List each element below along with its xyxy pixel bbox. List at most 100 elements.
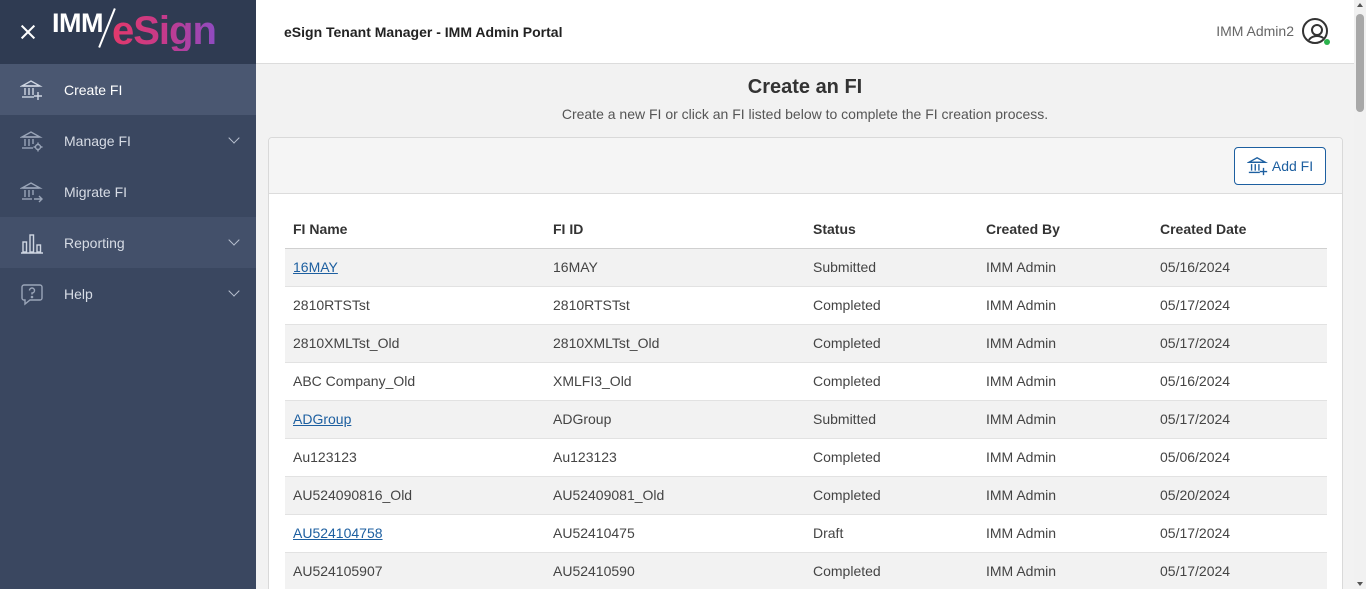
created-date-cell: 05/16/2024 <box>1152 248 1327 287</box>
fi-name-cell: 2810RTSTst <box>285 286 545 325</box>
chevron-down-icon <box>228 132 240 144</box>
close-icon[interactable] <box>18 22 38 42</box>
created-date-cell: 05/17/2024 <box>1152 400 1327 439</box>
sidebar-item-label: Manage FI <box>64 132 131 149</box>
main-content: Create an FI Create a new FI or click an… <box>256 65 1354 589</box>
column-header[interactable]: FI Name <box>285 210 545 249</box>
status-cell: Completed <box>805 286 978 325</box>
table-row: 2810XMLTst_Old 2810XMLTst_Old Completed IMM… <box>285 324 1327 363</box>
page-title: Create an FI <box>747 76 863 98</box>
column-header[interactable]: Status <box>805 210 978 249</box>
fi-id-cell: AU52410590 <box>545 552 805 589</box>
created-by-cell: IMM Admin <box>978 476 1152 515</box>
fi-name-cell: Au123123 <box>285 438 545 477</box>
portal-title: eSign Tenant Manager - IMM Admin Portal <box>284 23 563 40</box>
fi-name-cell: 2810XMLTst_Old <box>285 324 545 363</box>
created-by-cell: IMM Admin <box>978 438 1152 477</box>
page-scrollbar[interactable] <box>1354 0 1366 589</box>
scroll-down-icon[interactable] <box>1357 582 1363 586</box>
column-header[interactable]: Created By <box>978 210 1152 249</box>
add-fi-label: Add FI <box>1271 158 1314 174</box>
sidebar-item-help[interactable]: Help <box>0 268 256 319</box>
created-by-cell: IMM Admin <box>978 552 1152 589</box>
sidebar-item-create-fi[interactable]: Create FI <box>0 64 256 115</box>
bank-add-icon <box>1246 155 1269 177</box>
fi-id-cell: Au123123 <box>545 438 805 477</box>
status-cell: Completed <box>805 324 978 363</box>
fi-name-cell: AU524104758 <box>285 514 545 553</box>
column-header[interactable]: FI ID <box>545 210 805 249</box>
table-row[interactable]: ADGroup ADGroup Submitted IMM Admin 05/17/20… <box>285 400 1327 439</box>
created-date-cell: 05/17/2024 <box>1152 552 1327 589</box>
fi-id-cell: AU52410475 <box>545 514 805 553</box>
created-by-cell: IMM Admin <box>978 400 1152 439</box>
fi-id-cell: 16MAY <box>545 248 805 287</box>
sidebar-item-label: Reporting <box>64 234 125 251</box>
top-bar: eSign Tenant Manager - IMM Admin Portal … <box>256 0 1354 64</box>
chevron-down-icon <box>228 285 240 297</box>
created-by-cell: IMM Admin <box>978 324 1152 363</box>
table-row: AU524090816_Old AU52409081_Old Completed IM… <box>285 476 1327 515</box>
page-subtitle: Create a new FI or click an FI listed be… <box>561 106 1049 122</box>
fi-name-cell: AU524105907 <box>285 552 545 589</box>
sidebar: IMM eSign Create FI Manage FI Migrate FI… <box>0 0 256 589</box>
user-name: IMM Admin2 <box>1216 23 1294 39</box>
sidebar-item-label: Help <box>64 285 93 302</box>
table-row[interactable]: AU524104758 AU52410475 Draft IMM Admin 05/17… <box>285 514 1327 553</box>
fi-name-cell: AU524090816_Old <box>285 476 545 515</box>
status-cell: Submitted <box>805 248 978 287</box>
logo-esign: eSign <box>111 9 217 53</box>
sidebar-item-label: Migrate FI <box>64 183 128 200</box>
table-header-row: FI Name FI ID Status Created By Created … <box>285 210 1327 249</box>
scroll-up-icon[interactable] <box>1357 3 1363 7</box>
sidebar-item-migrate-fi[interactable]: Migrate FI <box>0 166 256 217</box>
status-cell: Completed <box>805 552 978 589</box>
add-fi-button[interactable]: Add FI <box>1234 147 1326 185</box>
fi-id-cell: XMLFI3_Old <box>545 362 805 401</box>
table-row: ABC Company_Old XMLFI3_Old Completed IMM Ad… <box>285 362 1327 401</box>
status-cell: Submitted <box>805 400 978 439</box>
table-row: 2810RTSTst 2810RTSTst Completed IMM Admin 05… <box>285 286 1327 325</box>
fi-name-link[interactable]: AU524104758 <box>293 525 383 541</box>
status-cell: Completed <box>805 476 978 515</box>
created-by-cell: IMM Admin <box>978 248 1152 287</box>
fi-id-cell: 2810XMLTst_Old <box>545 324 805 363</box>
logo-imm: IMM <box>52 8 103 38</box>
bar-chart-icon <box>20 231 44 255</box>
created-date-cell: 05/06/2024 <box>1152 438 1327 477</box>
fi-list-card: Add FI FI Name FI ID Status Created By C… <box>268 137 1343 589</box>
sidebar-item-reporting[interactable]: Reporting <box>0 217 256 268</box>
card-toolbar: Add FI <box>269 138 1342 194</box>
chevron-down-icon <box>228 234 240 246</box>
fi-id-cell: 2810RTSTst <box>545 286 805 325</box>
sidebar-item-manage-fi[interactable]: Manage FI <box>0 115 256 166</box>
fi-name-cell: ABC Company_Old <box>285 362 545 401</box>
user-menu[interactable]: IMM Admin2 <box>1216 18 1330 45</box>
bank-arrow-icon <box>20 180 44 204</box>
logo: IMM eSign <box>52 7 217 57</box>
bank-add-icon <box>20 78 44 102</box>
created-date-cell: 05/20/2024 <box>1152 476 1327 515</box>
created-by-cell: IMM Admin <box>978 286 1152 325</box>
help-bubble-icon <box>20 282 44 306</box>
scrollbar-thumb[interactable] <box>1356 14 1364 112</box>
online-status-dot <box>1324 39 1330 45</box>
status-cell: Completed <box>805 362 978 401</box>
status-cell: Completed <box>805 438 978 477</box>
fi-name-cell: ADGroup <box>285 400 545 439</box>
table-row: AU524105907 AU52410590 Completed IMM Admin 0… <box>285 552 1327 589</box>
fi-name-link[interactable]: 16MAY <box>293 259 338 275</box>
fi-name-link[interactable]: ADGroup <box>293 411 351 427</box>
bank-gear-icon <box>20 129 44 153</box>
table-row: Au123123 Au123123 Completed IMM Admin 05/06/… <box>285 438 1327 477</box>
fi-id-cell: AU52409081_Old <box>545 476 805 515</box>
fi-id-cell: ADGroup <box>545 400 805 439</box>
column-header[interactable]: Created Date <box>1152 210 1327 249</box>
brand-bar: IMM eSign <box>0 0 256 64</box>
created-date-cell: 05/17/2024 <box>1152 324 1327 363</box>
created-date-cell: 05/17/2024 <box>1152 286 1327 325</box>
table-row[interactable]: 16MAY 16MAY Submitted IMM Admin 05/16/2024 <box>285 248 1327 287</box>
created-by-cell: IMM Admin <box>978 362 1152 401</box>
created-by-cell: IMM Admin <box>978 514 1152 553</box>
status-cell: Draft <box>805 514 978 553</box>
